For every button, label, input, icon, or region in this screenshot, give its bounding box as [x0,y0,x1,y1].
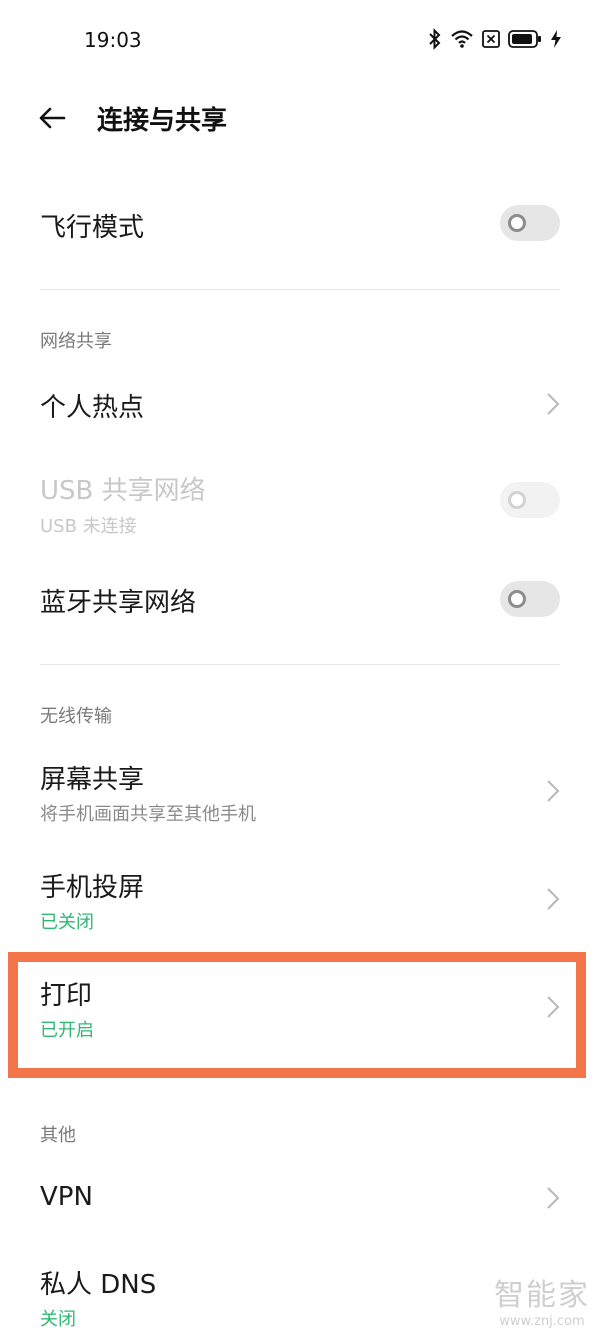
screen-share-label: 屏幕共享 [40,765,145,795]
chevron-right-icon [547,780,560,802]
private-dns-label: 私人 DNS [40,1270,157,1300]
screen-cast-status: 已关闭 [40,912,94,933]
section-header-tethering: 网络共享 [40,331,112,352]
usb-tethering-row: USB 共享网络 USB 未连接 [0,458,600,548]
vpn-row[interactable]: VPN [0,1156,600,1240]
bluetooth-icon [429,28,441,50]
chevron-right-icon [547,888,560,910]
status-bar: 19:03 [0,0,600,80]
chevron-right-icon [547,1187,560,1209]
battery-icon [508,30,541,48]
header: 连接与共享 [0,80,600,160]
section-header-wireless: 无线传输 [40,706,112,727]
watermark-logo: 智能家 [494,1278,590,1313]
watermark-url: www.znj.com [499,1314,585,1329]
back-arrow-icon[interactable] [36,102,68,134]
bluetooth-tethering-row[interactable]: 蓝牙共享网络 [0,556,600,642]
private-dns-status: 关闭 [40,1309,76,1330]
bluetooth-tethering-toggle[interactable] [500,581,560,617]
screen-share-description: 将手机画面共享至其他手机 [40,804,256,825]
usb-tethering-toggle [500,482,560,518]
airplane-mode-label: 飞行模式 [40,213,145,243]
section-header-other: 其他 [40,1125,76,1146]
charging-icon [551,30,561,48]
vpn-label: VPN [40,1182,93,1212]
chevron-right-icon [547,393,560,415]
hotspot-label: 个人热点 [40,393,145,423]
wifi-icon [451,30,473,48]
hotspot-row[interactable]: 个人热点 [0,362,600,446]
screen-cast-label: 手机投屏 [40,873,145,903]
page-title: 连接与共享 [97,106,228,136]
divider [40,664,560,665]
divider [40,289,560,290]
watermark: 智能家 www.znj.com [494,1270,590,1329]
usb-tethering-status: USB 未连接 [40,516,137,537]
airplane-mode-row[interactable]: 飞行模式 [0,180,600,270]
status-time: 19:03 [84,28,142,52]
screen-share-row[interactable]: 屏幕共享 将手机画面共享至其他手机 [0,745,600,841]
highlight-box [8,952,586,1078]
bluetooth-tethering-label: 蓝牙共享网络 [40,588,197,618]
screen-cast-row[interactable]: 手机投屏 已关闭 [0,853,600,949]
usb-tethering-label: USB 共享网络 [40,476,206,506]
status-icons [428,28,562,50]
no-sim-icon [482,30,500,48]
airplane-mode-toggle[interactable] [500,205,560,241]
